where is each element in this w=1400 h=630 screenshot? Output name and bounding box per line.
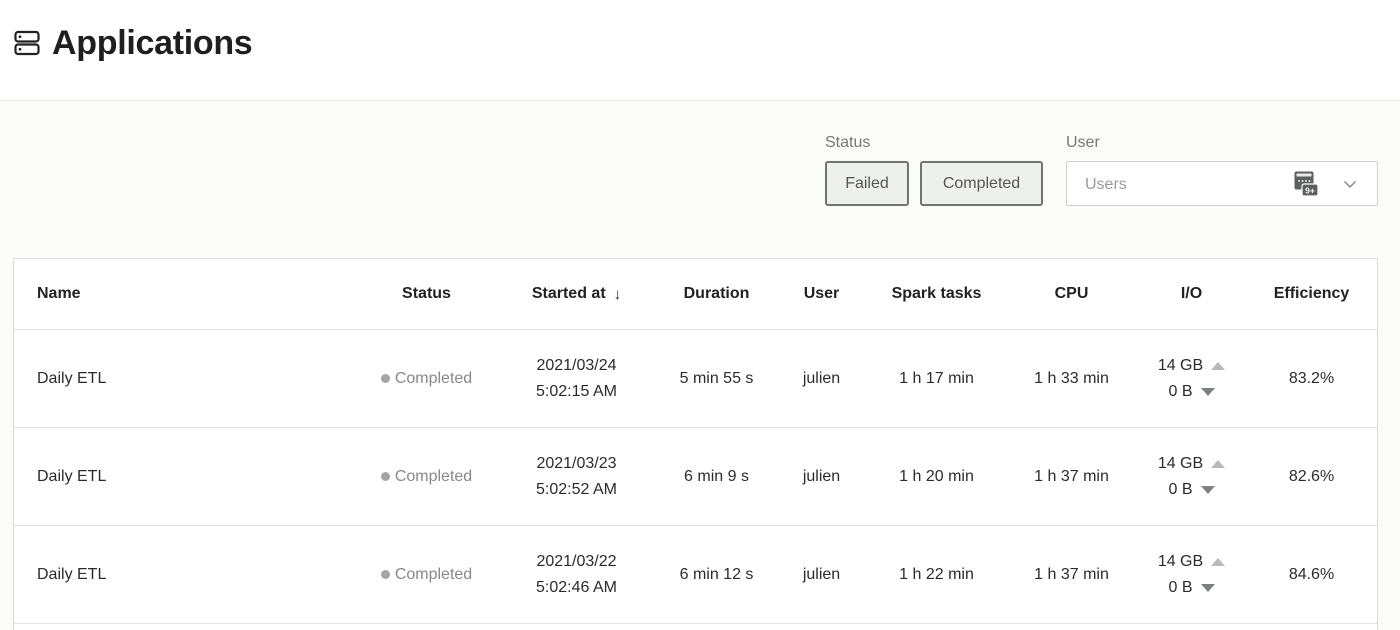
column-header-io[interactable]: I/O xyxy=(1139,259,1244,329)
status-cell: Completed xyxy=(354,526,499,623)
status-dot-icon xyxy=(380,374,390,383)
column-header-cpu[interactable]: CPU xyxy=(1009,259,1134,329)
user-select[interactable]: Users 9+ xyxy=(1066,161,1378,206)
efficiency-cell: 82.6% xyxy=(1288,467,1335,485)
arrow-down-icon xyxy=(1200,485,1215,494)
arrow-down-icon xyxy=(1200,583,1215,592)
table-header-row: Name Status Started at ↓ Duration User Sp… xyxy=(14,259,1377,330)
status-cell: Completed xyxy=(354,428,499,525)
column-header-duration[interactable]: Duration xyxy=(654,259,779,329)
efficiency-cell: 83.2% xyxy=(1288,369,1335,387)
user-filter-label: User xyxy=(1066,134,1100,151)
column-header-started-at[interactable]: Started at ↓ xyxy=(509,259,644,329)
table-row[interactable]: Daily ETL Completed 2021/03/23 5:02:52 AM… xyxy=(14,428,1377,526)
column-header-name[interactable]: Name xyxy=(14,259,344,329)
user-count-badge-text: 9+ xyxy=(1305,186,1315,196)
app-name-cell[interactable]: Daily ETL xyxy=(14,526,344,623)
sort-descending-icon[interactable]: ↓ xyxy=(614,286,622,303)
cpu-cell: 1 h 37 min xyxy=(1034,565,1109,583)
spark-tasks-cell: 1 h 20 min xyxy=(899,467,974,485)
spark-tasks-cell: 1 h 22 min xyxy=(899,565,974,583)
spark-tasks-cell: 1 h 17 min xyxy=(899,369,974,387)
column-header-efficiency[interactable]: Efficiency xyxy=(1249,259,1374,329)
duration-cell: 6 min 12 s xyxy=(679,565,754,583)
status-filter-completed-button[interactable]: Completed xyxy=(920,161,1043,206)
table-row[interactable]: Daily ETL Completed 2021/03/22 5:02:46 AM… xyxy=(14,526,1377,624)
status-cell: Completed xyxy=(354,330,499,427)
duration-cell: 6 min 9 s xyxy=(684,467,749,485)
column-header-user[interactable]: User xyxy=(784,259,859,329)
user-cell: julien xyxy=(802,369,841,387)
app-name-cell[interactable]: Daily ETL xyxy=(14,428,344,525)
started-at-cell: 2021/03/22 5:02:46 AM xyxy=(536,552,617,596)
user-cell: julien xyxy=(802,565,841,583)
arrow-up-icon xyxy=(1211,459,1226,468)
io-cell: 14 GB 0 B xyxy=(1139,428,1244,525)
started-at-cell: 2021/03/23 5:02:52 AM xyxy=(536,454,617,498)
efficiency-cell: 84.6% xyxy=(1288,565,1335,583)
status-filter-label: Status xyxy=(825,134,871,151)
user-count-badge-icon: 9+ xyxy=(1294,171,1318,197)
column-header-spark-tasks[interactable]: Spark tasks xyxy=(869,259,1004,329)
cpu-cell: 1 h 37 min xyxy=(1034,467,1109,485)
arrow-up-icon xyxy=(1211,361,1226,370)
status-dot-icon xyxy=(380,472,390,481)
app-name-cell[interactable]: Daily ETL xyxy=(14,330,344,427)
io-cell: 14 GB 0 B xyxy=(1139,526,1244,623)
server-stack-icon xyxy=(14,30,40,56)
duration-cell: 5 min 55 s xyxy=(679,369,754,387)
user-cell: julien xyxy=(802,467,841,485)
arrow-up-icon xyxy=(1211,557,1226,566)
status-filter-failed-button[interactable]: Failed xyxy=(825,161,909,206)
applications-table: Name Status Started at ↓ Duration User Sp… xyxy=(13,258,1378,630)
column-header-status[interactable]: Status xyxy=(354,259,499,329)
started-at-cell: 2021/03/24 5:02:15 AM xyxy=(536,356,617,400)
chevron-down-icon[interactable] xyxy=(1343,177,1357,191)
table-row[interactable]: Daily ETL Completed 2021/03/24 5:02:15 AM… xyxy=(14,330,1377,428)
status-dot-icon xyxy=(380,570,390,579)
page-title: Applications xyxy=(52,24,253,62)
io-cell: 14 GB 0 B xyxy=(1139,330,1244,427)
page-header: Applications xyxy=(0,0,1400,101)
arrow-down-icon xyxy=(1200,387,1215,396)
user-select-placeholder: Users xyxy=(1085,176,1127,193)
cpu-cell: 1 h 33 min xyxy=(1034,369,1109,387)
